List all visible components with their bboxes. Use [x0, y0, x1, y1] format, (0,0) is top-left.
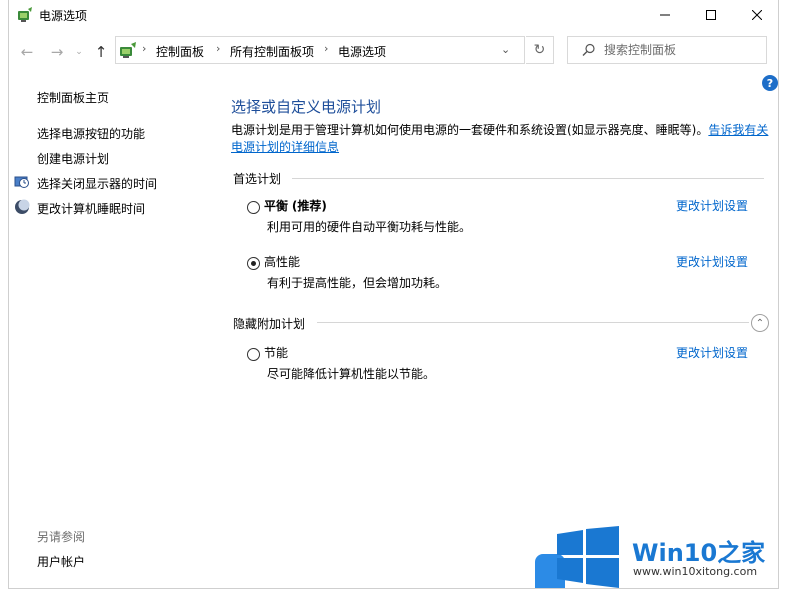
plan-balanced-desc: 利用可用的硬件自动平衡功耗与性能。: [267, 220, 472, 234]
preferred-divider: [292, 178, 764, 179]
description-text: 电源计划是用于管理计算机如何使用电源的一套硬件和系统设置(如显示器亮度、睡眠等)…: [231, 123, 709, 137]
change-plan-balanced-link[interactable]: 更改计划设置: [676, 197, 748, 214]
plan-balanced-name[interactable]: 平衡 (推荐): [264, 197, 327, 214]
forward-button[interactable]: →: [47, 42, 67, 62]
hidden-plans-label: 隐藏附加计划: [233, 317, 306, 331]
preferred-plans-label: 首选计划: [233, 172, 282, 186]
control-panel-icon: [120, 42, 136, 58]
close-icon: [752, 10, 762, 20]
search-input[interactable]: [604, 41, 759, 59]
watermark-url: www.win10xitong.com: [633, 565, 758, 578]
breadcrumb-all-items[interactable]: 所有控制面板项: [230, 43, 314, 60]
breadcrumb-separator-icon: ›: [324, 42, 329, 55]
back-button[interactable]: ←: [17, 42, 37, 62]
control-panel-home-link[interactable]: 控制面板主页: [37, 89, 109, 106]
power-options-icon: [18, 7, 32, 22]
plan-high-performance-desc: 有利于提高性能，但会增加功耗。: [267, 276, 448, 290]
display-clock-icon: [14, 176, 29, 188]
plan-power-saver-name[interactable]: 节能: [264, 344, 288, 361]
plan-power-saver-desc: 尽可能降低计算机性能以节能。: [267, 367, 436, 381]
sidebar-link-display-off[interactable]: 选择关闭显示器的时间: [37, 175, 157, 192]
radio-balanced[interactable]: [247, 201, 260, 214]
recent-locations-button[interactable]: ⌄: [69, 42, 89, 62]
windows-logo-icon: [557, 526, 619, 588]
chevron-up-icon: ⌃: [755, 317, 765, 329]
sidebar-link-create-plan[interactable]: 创建电源计划: [37, 150, 109, 167]
address-dropdown-icon[interactable]: ⌄: [501, 43, 510, 56]
user-accounts-link[interactable]: 用户帐户: [37, 553, 85, 570]
arrow-left-icon: ←: [20, 43, 34, 61]
radio-power-saver[interactable]: [247, 348, 260, 361]
refresh-icon: ↻: [533, 42, 546, 58]
see-also-heading: 另请参阅: [37, 530, 86, 544]
minimize-icon: [660, 14, 670, 16]
maximize-icon: [706, 10, 716, 20]
change-plan-high-performance-link[interactable]: 更改计划设置: [676, 253, 748, 270]
page-title: 选择或自定义电源计划: [231, 98, 382, 116]
power-options-window: 电源选项 ← → ⌄ ↑ › 控制面板 › 所有控制面板项 › 电源选项 ⌄ ↻…: [8, 0, 779, 589]
hidden-divider: [317, 322, 749, 323]
chevron-down-icon: ⌄: [75, 47, 83, 57]
watermark-brand: Win10之家: [632, 539, 766, 567]
minimize-button[interactable]: [642, 0, 688, 30]
arrow-up-icon: ↑: [94, 43, 108, 61]
title-bar: 电源选项: [9, 0, 778, 30]
search-icon: [582, 43, 595, 56]
breadcrumb-power-options[interactable]: 电源选项: [338, 43, 386, 60]
navigation-bar: ← → ⌄ ↑ › 控制面板 › 所有控制面板项 › 电源选项 ⌄ ↻ 搜索控制…: [9, 34, 778, 68]
search-box[interactable]: [567, 36, 767, 64]
breadcrumb-control-panel[interactable]: 控制面板: [156, 43, 204, 60]
arrow-right-icon: →: [50, 43, 64, 61]
maximize-button[interactable]: [688, 0, 734, 30]
change-plan-power-saver-link[interactable]: 更改计划设置: [676, 344, 748, 361]
question-icon: ?: [766, 76, 774, 90]
watermark: Win10之家 www.win10xitong.com: [535, 521, 788, 597]
refresh-button[interactable]: ↻: [526, 36, 554, 64]
address-bar[interactable]: › 控制面板 › 所有控制面板项 › 电源选项 ⌄: [115, 36, 525, 64]
up-button[interactable]: ↑: [91, 42, 111, 62]
breadcrumb-separator-icon: ›: [216, 42, 221, 55]
window-title: 电源选项: [39, 9, 88, 23]
close-button[interactable]: [734, 0, 778, 30]
sidebar-link-sleep[interactable]: 更改计算机睡眠时间: [37, 200, 145, 217]
help-button[interactable]: ?: [762, 75, 778, 91]
plan-high-performance-name[interactable]: 高性能: [264, 253, 300, 270]
sleep-moon-icon: [15, 199, 30, 214]
collapse-hidden-plans-button[interactable]: ⌃: [751, 314, 769, 332]
radio-high-performance[interactable]: [247, 257, 260, 270]
breadcrumb-separator-icon: ›: [142, 42, 147, 55]
page-description: 电源计划是用于管理计算机如何使用电源的一套硬件和系统设置(如显示器亮度、睡眠等)…: [231, 122, 771, 156]
sidebar-link-power-buttons[interactable]: 选择电源按钮的功能: [37, 125, 145, 142]
